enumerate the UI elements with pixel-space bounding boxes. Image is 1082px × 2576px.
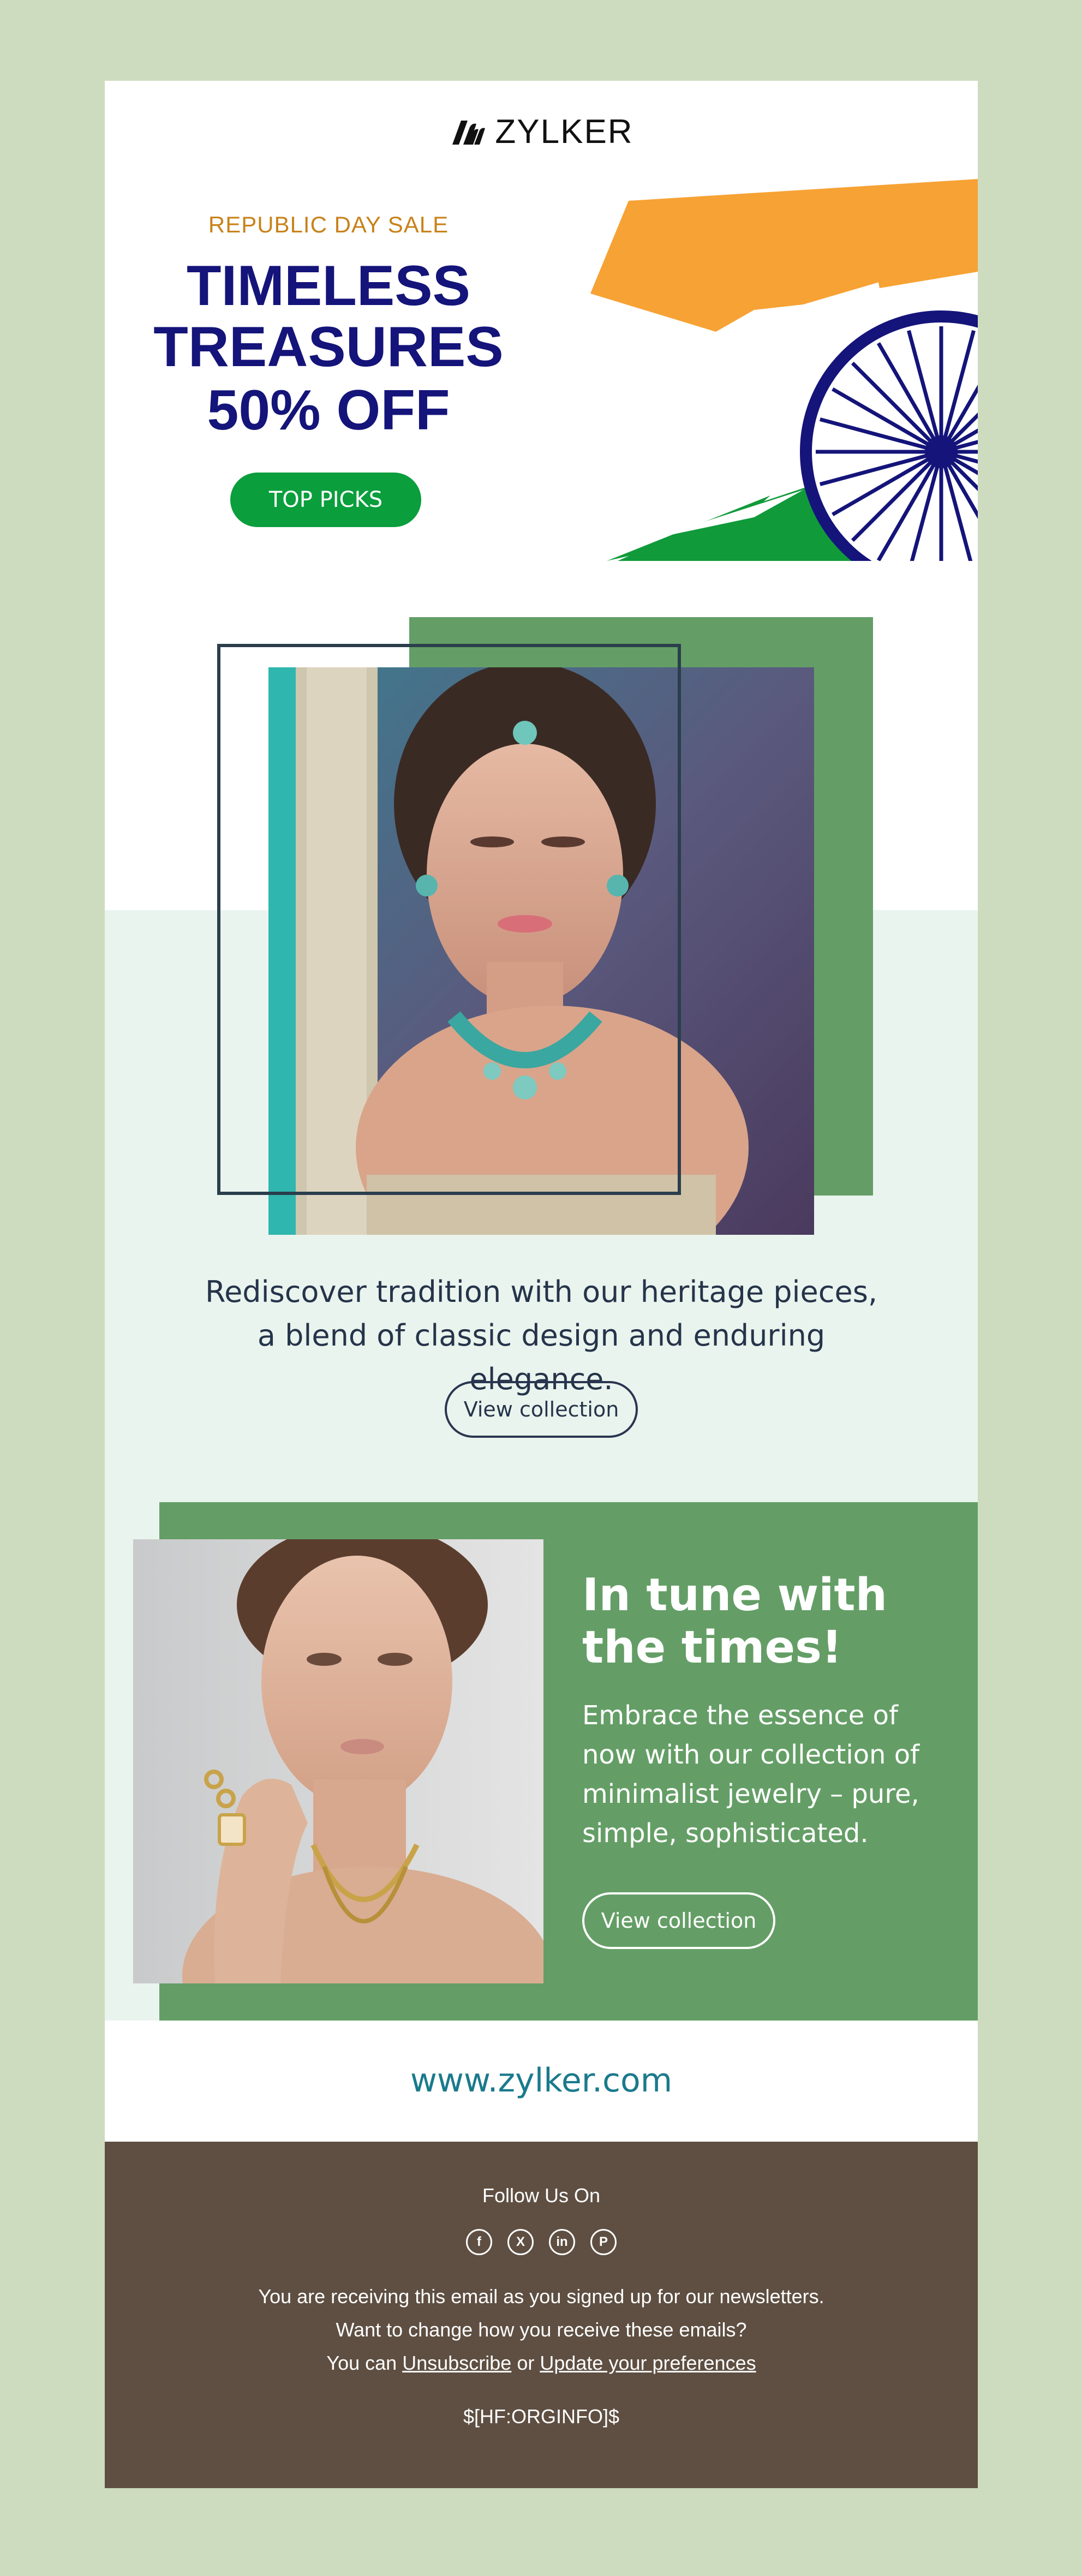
facebook-icon[interactable]: f	[466, 2229, 492, 2255]
hero-discount: 50% OFF	[207, 379, 450, 442]
hero-title-line2: TREASURES	[153, 315, 504, 379]
footer-line-2: Want to change how you receive these ema…	[336, 2318, 747, 2341]
footer-line-3-joiner: or	[517, 2352, 535, 2374]
update-preferences-link[interactable]: Update your preferences	[540, 2352, 756, 2374]
hero-title-line1: TIMELESS	[186, 254, 471, 318]
social-links: f X in P	[105, 2229, 978, 2255]
email-container: ZYLKER REPUBLIC DAY SALE TIMELESS TREASU…	[105, 81, 978, 2488]
unsubscribe-link[interactable]: Unsubscribe	[402, 2352, 511, 2374]
footer-line-3-prefix: You can	[326, 2352, 397, 2374]
x-icon[interactable]: X	[507, 2229, 534, 2255]
linkedin-icon[interactable]: in	[549, 2229, 575, 2255]
brand-name: ZYLKER	[495, 112, 633, 151]
brand-logo[interactable]: ZYLKER	[105, 107, 978, 156]
ashoka-chakra-icon	[800, 310, 978, 561]
org-info: $[HF:ORGINFO]$	[463, 2405, 620, 2428]
footer-line-1: You are receiving this email as you sign…	[258, 2285, 824, 2308]
zylker-mark-icon	[452, 121, 486, 145]
tricolor-flag-art	[590, 179, 978, 561]
minimal-title: In tune with the times!	[582, 1569, 887, 1673]
view-collection-button-minimal[interactable]: View collection	[582, 1892, 775, 1949]
footer-line-3: You can Unsubscribe or Update your prefe…	[105, 2352, 978, 2375]
minimal-body: Embrace the essence of now with our coll…	[582, 1700, 919, 1849]
minimal-model-photo	[133, 1539, 543, 1983]
view-collection-button-heritage[interactable]: View collection	[445, 1381, 638, 1438]
hero-title: TIMELESS TREASURES	[105, 255, 552, 378]
sale-tag: REPUBLIC DAY SALE	[208, 212, 449, 237]
pinterest-icon[interactable]: P	[590, 2229, 617, 2255]
follow-label: Follow Us On	[482, 2184, 601, 2207]
website-link[interactable]: www.zylker.com	[105, 2061, 978, 2100]
decor-frame	[217, 644, 681, 1195]
top-picks-button[interactable]: TOP PICKS	[230, 473, 421, 527]
